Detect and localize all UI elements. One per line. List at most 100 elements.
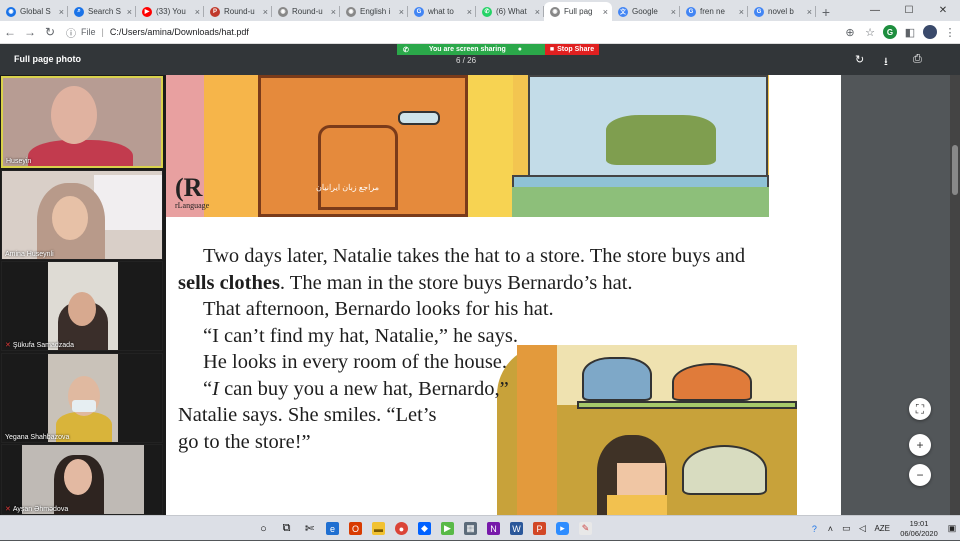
tab[interactable]: ◉ Global S ×: [0, 2, 68, 21]
tab-close-icon[interactable]: ×: [331, 7, 336, 17]
illustration-ground: [512, 187, 769, 217]
reload-icon[interactable]: ↻: [40, 25, 60, 39]
word-icon[interactable]: W: [505, 516, 528, 541]
forward-icon[interactable]: →: [20, 25, 40, 39]
zoom-in-icon[interactable]: +: [909, 434, 931, 456]
illustration-door-panel: [318, 125, 398, 210]
tab-close-icon[interactable]: ×: [671, 7, 676, 17]
tab-label: Round-u: [292, 7, 323, 16]
close-window-icon[interactable]: ✕: [926, 0, 960, 21]
star-icon[interactable]: ☆: [860, 23, 880, 41]
tab[interactable]: P Round-u ×: [204, 2, 272, 21]
maximize-icon[interactable]: ☐: [892, 0, 926, 21]
video-tile[interactable]: Huseyin: [1, 76, 163, 168]
tab-close-icon[interactable]: ×: [807, 7, 812, 17]
window-controls: — ☐ ✕: [858, 0, 960, 21]
tab-close-icon[interactable]: ×: [739, 7, 744, 17]
chrome-icon[interactable]: ●: [390, 516, 413, 541]
viewer-background: [841, 75, 960, 515]
zoom-icon[interactable]: ⊕: [840, 23, 860, 41]
tab-label: novel b: [768, 7, 794, 16]
story-line: Natalie says. She smiles. “Let’s: [178, 404, 437, 426]
minimize-icon[interactable]: —: [858, 0, 892, 21]
video-tile[interactable]: ✕ Ayşan Əhmədova: [1, 444, 163, 515]
profile-avatar[interactable]: [920, 23, 940, 41]
tab[interactable]: ◉ Full pag ×: [544, 2, 612, 21]
download-icon[interactable]: ⭳: [884, 53, 888, 72]
tab-close-icon[interactable]: ×: [195, 7, 200, 17]
tab[interactable]: Gnovel b ×: [748, 2, 816, 21]
tab-close-icon[interactable]: ×: [263, 7, 268, 17]
address-bar: ← → ↻ ⓘ File | C:/Users/amina/Downloads/…: [0, 21, 960, 44]
tab[interactable]: Gwhat to ×: [408, 2, 476, 21]
illustration-wall-yellow: [468, 75, 513, 217]
clock[interactable]: 19:01 06/06/2020: [894, 519, 944, 539]
powerpoint-icon[interactable]: P: [528, 516, 551, 541]
scrollbar-track[interactable]: [950, 75, 960, 515]
tab-close-icon[interactable]: ×: [535, 7, 540, 17]
file-explorer-icon[interactable]: ▬: [367, 516, 390, 541]
dropbox-icon[interactable]: ◆: [413, 516, 436, 541]
tab[interactable]: ◉ English i ×: [340, 2, 408, 21]
tab-label: Search S: [88, 7, 121, 16]
participant-face: [68, 292, 96, 326]
new-tab-icon[interactable]: +: [816, 2, 836, 21]
scrollbar-thumb[interactable]: [952, 145, 958, 195]
extension-icon[interactable]: ◧: [900, 23, 920, 41]
tab-close-icon[interactable]: ×: [603, 7, 608, 17]
rotate-icon[interactable]: ↻: [855, 53, 864, 66]
story-line: He looks in every room of the house.: [203, 351, 508, 373]
video-tile[interactable]: ✕ Şükufa Samadzada: [1, 261, 163, 351]
participant-name: Huseyin: [6, 158, 32, 165]
volume-icon[interactable]: ◁: [854, 523, 870, 534]
tab[interactable]: Gfren ne ×: [680, 2, 748, 21]
help-icon[interactable]: ?: [806, 524, 822, 534]
pdf-title: Full page photo: [14, 54, 81, 64]
onenote-icon[interactable]: N: [482, 516, 505, 541]
paint-icon[interactable]: ✎: [574, 516, 597, 541]
tab[interactable]: ◉ Round-u ×: [272, 2, 340, 21]
notifications-icon[interactable]: ▣: [944, 523, 960, 534]
sharing-indicator: ✆ You are screen sharing ●: [397, 44, 545, 55]
edge-icon[interactable]: e: [321, 516, 344, 541]
tab-close-icon[interactable]: ×: [467, 7, 472, 17]
photos-icon[interactable]: ▦: [459, 516, 482, 541]
menu-kebab-icon[interactable]: ⋮: [940, 23, 960, 41]
mic-muted-icon: ✕: [5, 506, 11, 513]
tab[interactable]: ▶ (33) You ×: [136, 2, 204, 21]
tab-close-icon[interactable]: ×: [127, 7, 132, 17]
extension-grammarly-icon[interactable]: G: [880, 23, 900, 41]
video-tile[interactable]: Yegana Shahbazova: [1, 353, 163, 443]
tray-chevron-icon[interactable]: ˄: [822, 524, 838, 534]
stop-share-button[interactable]: ■ Stop Share: [545, 44, 599, 55]
office-icon[interactable]: O: [344, 516, 367, 541]
tab-label: fren ne: [700, 7, 725, 16]
story-line: “I can buy you a new hat, Bernardo,”: [166, 376, 841, 403]
network-icon[interactable]: ▭: [838, 523, 854, 534]
language-indicator[interactable]: AZE: [874, 524, 890, 533]
task-view-icon[interactable]: ⧉: [275, 516, 298, 541]
snip-tool-icon[interactable]: ✄: [298, 516, 321, 541]
fit-page-icon[interactable]: ⛶: [909, 398, 931, 420]
tab-label: Google: [632, 7, 658, 16]
back-icon[interactable]: ←: [0, 25, 20, 39]
zoom-out-icon[interactable]: −: [909, 464, 931, 486]
italic-word: I: [212, 377, 219, 400]
tab-close-icon[interactable]: ×: [399, 7, 404, 17]
video-tile[interactable]: Amina Huseynli: [1, 170, 163, 260]
print-icon[interactable]: ⎙: [913, 53, 922, 66]
cortana-icon[interactable]: ○: [252, 516, 275, 541]
tab[interactable]: 文 Google ×: [612, 2, 680, 21]
tab-label: Round-u: [224, 7, 255, 16]
omnibox[interactable]: ⓘ File | C:/Users/amina/Downloads/hat.pd…: [66, 23, 840, 41]
zoom-app-icon[interactable]: ▸: [551, 516, 574, 541]
tab-label: what to: [428, 7, 454, 16]
story-illustration-top: (R rLanguage مراجع زبان ایرانیان: [166, 75, 769, 217]
face-mask: [72, 400, 96, 412]
tab-close-icon[interactable]: ×: [59, 7, 64, 17]
google-icon: G: [686, 6, 696, 17]
tab[interactable]: ⌕ Search S ×: [68, 2, 136, 21]
tab[interactable]: ✆ (6) What ×: [476, 2, 544, 21]
url-text: C:/Users/amina/Downloads/hat.pdf: [109, 27, 249, 37]
camtasia-icon[interactable]: ▶: [436, 516, 459, 541]
